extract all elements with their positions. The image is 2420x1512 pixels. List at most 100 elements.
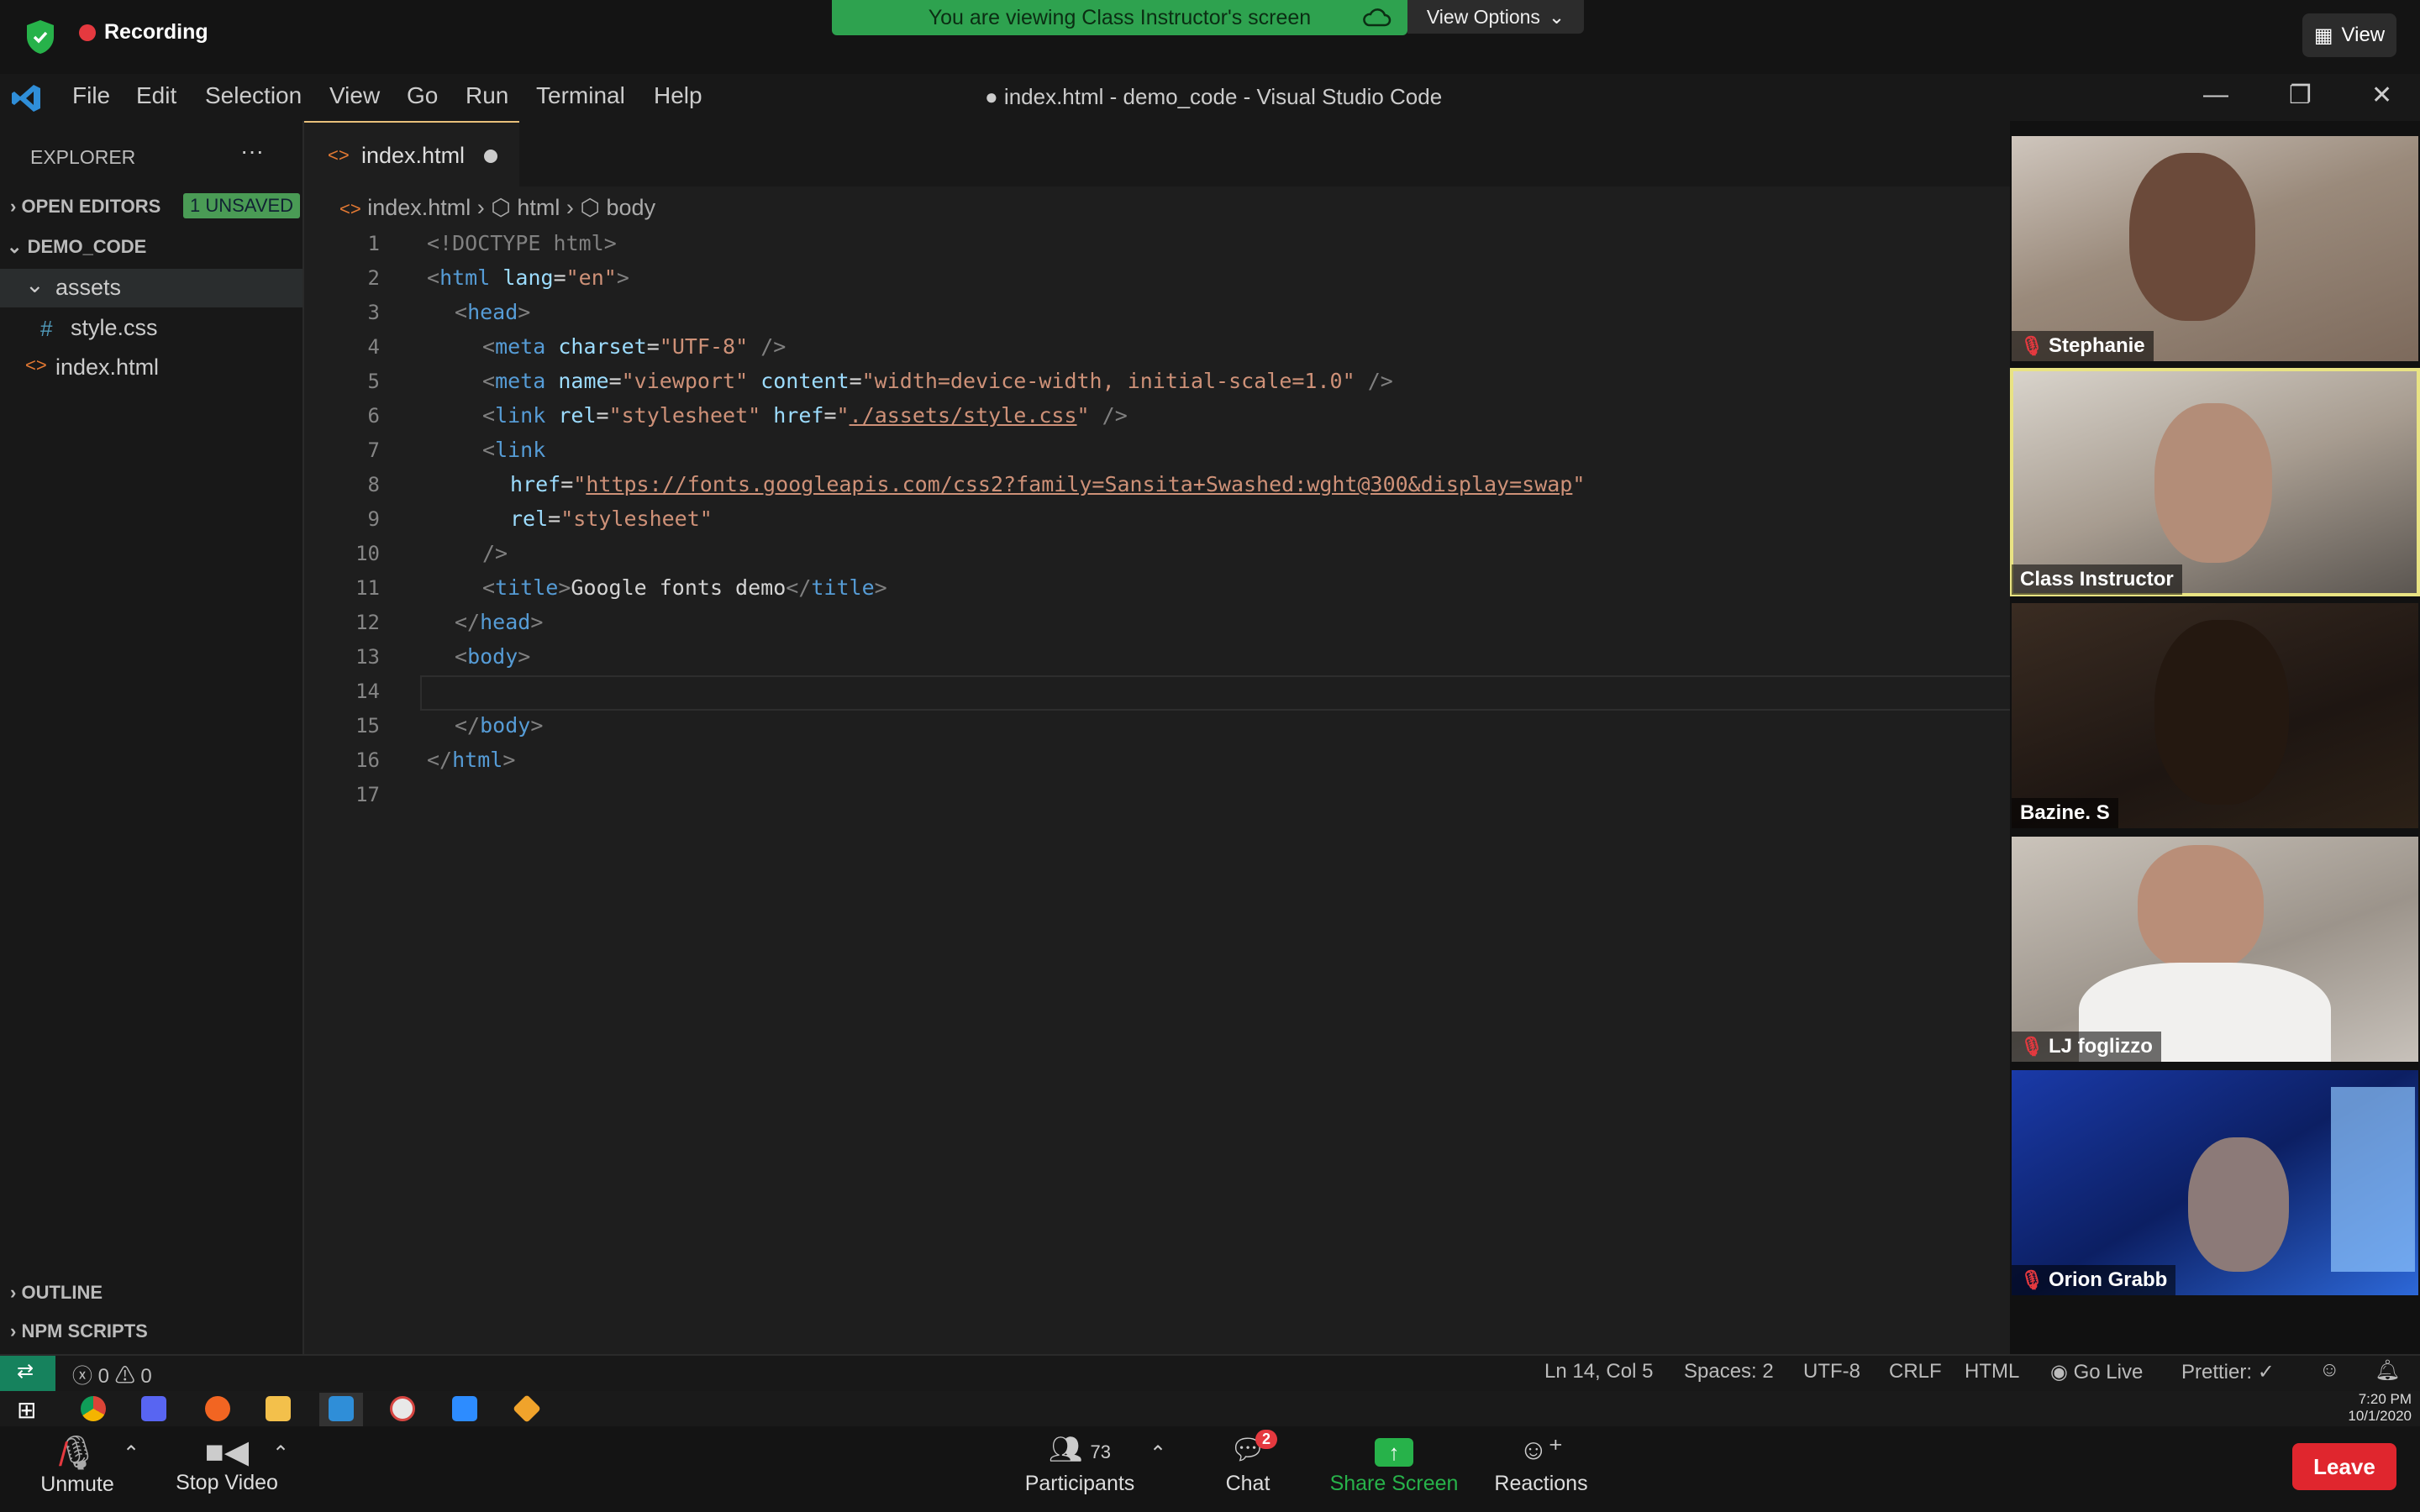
line-number: 7 [367,438,380,462]
participants-button[interactable]: 👥︎ 73 Participants [1017,1433,1143,1496]
menu-go[interactable]: Go [407,82,438,109]
html-file-icon: <> [339,198,361,219]
feedback-icon[interactable]: ☺ [2319,1358,2340,1382]
chat-button[interactable]: 💬︎ 2 Chat [1210,1430,1286,1496]
chevron-down-icon: ⌄ [7,236,23,257]
minimize-icon[interactable]: — [2203,81,2228,109]
unmute-button[interactable]: 🎙︎ / Unmute [34,1433,121,1497]
shield-icon[interactable] [24,18,57,55]
code-line[interactable]: <meta charset="UTF-8" /> [482,334,786,359]
go-live-button[interactable]: ◉ Go Live [2050,1360,2143,1384]
menu-selection[interactable]: Selection [205,82,302,109]
line-number: 17 [355,783,380,806]
menu-terminal[interactable]: Terminal [536,82,625,109]
discord-icon[interactable] [141,1396,166,1421]
participant-tile[interactable]: Bazine. S [2012,603,2418,828]
menu-view[interactable]: View [329,82,380,109]
open-editors-section[interactable]: › OPEN EDITORS [10,196,160,218]
menu-edit[interactable]: Edit [136,82,176,109]
slack-icon[interactable] [390,1396,415,1421]
restore-icon[interactable]: ❐ [2289,81,2312,110]
warning-icon: ⚠ [114,1365,135,1388]
outline-section[interactable]: › OUTLINE [10,1282,103,1304]
tree-item-index-html[interactable]: index.html [55,354,159,381]
code-line[interactable]: <link [482,438,545,462]
code-line[interactable]: <title>Google fonts demo</title> [482,575,887,600]
mic-off-icon: 🎙︎ / [55,1435,99,1473]
mic-off-icon: 🎙︎ [2020,1036,2044,1057]
view-options-button[interactable]: View Options ⌄ [1407,0,1584,34]
close-icon[interactable]: ✕ [2371,81,2392,110]
share-screen-button[interactable]: ↑ Share Screen [1323,1433,1465,1496]
reactions-button[interactable]: ☺⁺ Reactions [1487,1433,1595,1496]
code-line[interactable]: /> [482,541,508,565]
bell-icon[interactable]: 🔔︎ [2375,1358,2400,1383]
code-line[interactable]: <meta name="viewport" content="width=dev… [482,369,1393,393]
unsaved-dot-icon[interactable] [484,150,497,163]
encoding[interactable]: UTF-8 [1803,1360,1860,1383]
participant-name: Orion Grabb [2048,1268,2168,1291]
clock[interactable]: 7:20 PM 10/1/2020 [2328,1391,2412,1425]
menu-file[interactable]: File [72,82,110,109]
recording-indicator[interactable]: Recording [79,20,208,45]
chrome-icon[interactable] [81,1396,106,1421]
grid-icon: ▦ [2313,24,2333,47]
mic-off-icon: 🎙︎ [2020,335,2044,356]
language-mode[interactable]: HTML [1965,1360,2019,1383]
breadcrumb-body[interactable]: body [607,195,656,220]
prettier-status[interactable]: Prettier: ✓ [2181,1360,2275,1384]
code-line[interactable]: </body> [455,713,543,738]
participant-tile[interactable]: 🎙︎ Stephanie [2012,136,2418,361]
participant-name: LJ foglizzo [2048,1035,2153,1058]
code-line[interactable]: <html lang="en"> [427,265,629,290]
menu-help[interactable]: Help [654,82,702,109]
view-button[interactable]: ▦ View [2302,13,2396,57]
code-line[interactable]: <link rel="stylesheet" href="./assets/st… [482,403,1128,428]
postman-icon[interactable] [205,1396,230,1421]
tree-item-style-css[interactable]: style.css [71,315,158,341]
line-number: 2 [367,266,380,290]
chevron-up-icon[interactable]: ⌃ [272,1441,289,1466]
more-actions-icon[interactable]: ··· [240,138,264,165]
window-title: ● index.html - demo_code - Visual Studio… [985,84,1443,109]
code-link[interactable]: https://fonts.googleapis.com/css2?family… [586,472,1572,496]
indentation[interactable]: Spaces: 2 [1684,1360,1774,1383]
code-line[interactable]: </html> [427,748,515,772]
code-line[interactable]: href="https://fonts.googleapis.com/css2?… [510,472,1585,496]
cloud-icon [1363,8,1392,27]
chevron-right-icon: › [566,195,581,220]
zoom-icon[interactable] [452,1396,477,1421]
html-file-icon: <> [328,144,350,165]
stop-video-button[interactable]: ■◀ Stop Video [168,1433,286,1495]
code-line[interactable]: rel="stylesheet" [510,507,713,531]
line-number: 10 [355,542,380,565]
line-number: 9 [367,507,380,531]
npm-scripts-section[interactable]: › NPM SCRIPTS [10,1320,148,1342]
cursor-position[interactable]: Ln 14, Col 5 [1544,1360,1653,1383]
code-link[interactable]: ./assets/style.css [850,403,1077,428]
code-line[interactable]: <!DOCTYPE html> [427,231,617,255]
chevron-up-icon[interactable]: ⌃ [123,1441,139,1466]
participant-tile[interactable]: 🎙︎ LJ foglizzo [2012,837,2418,1062]
file-explorer-icon[interactable] [266,1396,291,1421]
code-line[interactable]: </head> [455,610,543,634]
menu-run[interactable]: Run [466,82,508,109]
participant-tile[interactable]: 🎙︎ Orion Grabb [2012,1070,2418,1295]
problems-indicator[interactable]: ⓧ 0 ⚠ 0 [72,1359,152,1389]
mic-off-icon: 🎙︎ [2020,1269,2044,1290]
code-line[interactable]: <body> [455,644,530,669]
code-line[interactable]: <head> [455,300,530,324]
line-ending[interactable]: CRLF [1889,1360,1942,1383]
windows-start-icon[interactable]: ⊞ [17,1396,36,1424]
participant-tile-active[interactable]: Class Instructor [2010,368,2420,596]
tree-item-assets[interactable] [0,269,302,307]
breadcrumb-file[interactable]: index.html [367,195,471,220]
project-section[interactable]: ⌄ DEMO_CODE [7,236,146,258]
record-dot-icon [79,24,96,41]
chevron-up-icon[interactable]: ⌃ [1150,1441,1166,1466]
breadcrumb-html[interactable]: html [517,195,560,220]
line-number: 1 [367,232,380,255]
leave-button[interactable]: Leave [2292,1443,2396,1490]
folder-label: assets [55,275,122,300]
line-number: 3 [367,301,380,324]
